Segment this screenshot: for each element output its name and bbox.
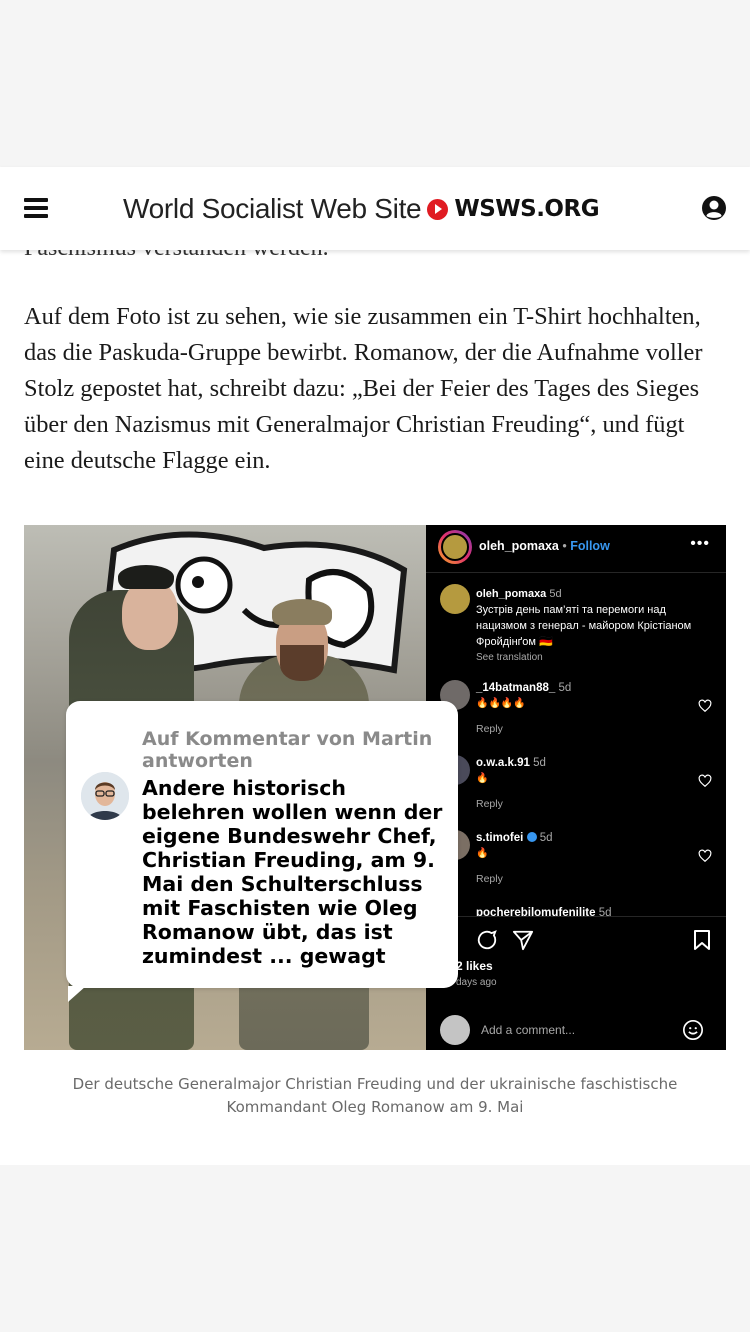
- instagram-actions: 2 likes days ago Add a comment...: [426, 916, 726, 1050]
- soldier-right-beard: [280, 645, 324, 681]
- instagram-post-header: oleh_pomaxa • Follow •••: [426, 525, 726, 573]
- comment-text: Andere historisch belehren wollen wenn d…: [142, 776, 443, 968]
- likes-count[interactable]: 2 likes: [456, 959, 493, 973]
- comment-item: s.timofei 5d 🔥 Reply: [476, 832, 716, 885]
- my-avatar: [440, 1015, 470, 1045]
- soldier-left-head: [122, 580, 178, 650]
- article-body: Faschismus verstanden werden. Auf dem Fo…: [0, 230, 750, 1165]
- play-logo-icon: [427, 198, 449, 220]
- see-translation-link[interactable]: See translation: [476, 650, 716, 666]
- caption-avatar: [440, 584, 470, 614]
- share-send-icon[interactable]: [512, 929, 534, 951]
- commenter-avatar: [81, 772, 129, 820]
- reply-to-label: Auf Kommentar von Martin antworten: [142, 728, 433, 772]
- user-account-icon[interactable]: [701, 195, 727, 221]
- like-heart-icon[interactable]: [698, 699, 712, 713]
- comment-item: o.w.a.k.91 5d 🔥 Reply: [476, 757, 716, 810]
- like-heart-icon[interactable]: [698, 849, 712, 863]
- site-header: World Socialist Web Site WSWS.ORG: [0, 167, 750, 250]
- site-domain: WSWS.ORG: [454, 196, 600, 222]
- article-paragraph: Auf dem Foto ist zu sehen, wie sie zusam…: [24, 303, 703, 474]
- reply-link[interactable]: Reply: [476, 873, 716, 885]
- reply-link[interactable]: Reply: [476, 723, 716, 735]
- hamburger-menu-icon[interactable]: [24, 198, 48, 218]
- post-caption: oleh_pomaxa 5d Зустрів день пам’яті та п…: [476, 586, 716, 666]
- comment-item: _14batman88_ 5d 🔥🔥🔥🔥 Reply: [476, 682, 716, 735]
- more-dots-icon[interactable]: •••: [690, 535, 710, 553]
- instagram-panel: oleh_pomaxa • Follow ••• oleh_pomaxa 5d …: [426, 525, 726, 1050]
- comment-item: pocherebilomufenilite 5d: [476, 907, 612, 916]
- post-age: days ago: [456, 977, 497, 988]
- site-logo[interactable]: World Socialist Web Site WSWS.ORG: [123, 191, 600, 227]
- post-username[interactable]: oleh_pomaxa • Follow: [479, 539, 610, 553]
- reply-comment-card[interactable]: Auf Kommentar von Martin antworten Ander…: [66, 701, 458, 1002]
- site-name: World Socialist Web Site: [123, 193, 422, 224]
- add-comment-input[interactable]: Add a comment...: [481, 1023, 575, 1037]
- verified-badge-icon: [526, 832, 537, 842]
- soldier-left-beret: [118, 565, 174, 589]
- soldier-right-cap: [272, 599, 332, 625]
- profile-avatar[interactable]: [438, 530, 472, 564]
- reply-link[interactable]: Reply: [476, 798, 716, 810]
- like-heart-icon[interactable]: [698, 774, 712, 788]
- bookmark-save-icon[interactable]: [692, 929, 712, 951]
- follow-button[interactable]: Follow: [570, 539, 610, 553]
- comment-bubble-icon[interactable]: [476, 929, 498, 951]
- image-caption: Der deutsche Generalmajor Christian Freu…: [72, 1075, 678, 1116]
- emoji-smiley-icon[interactable]: [682, 1019, 704, 1041]
